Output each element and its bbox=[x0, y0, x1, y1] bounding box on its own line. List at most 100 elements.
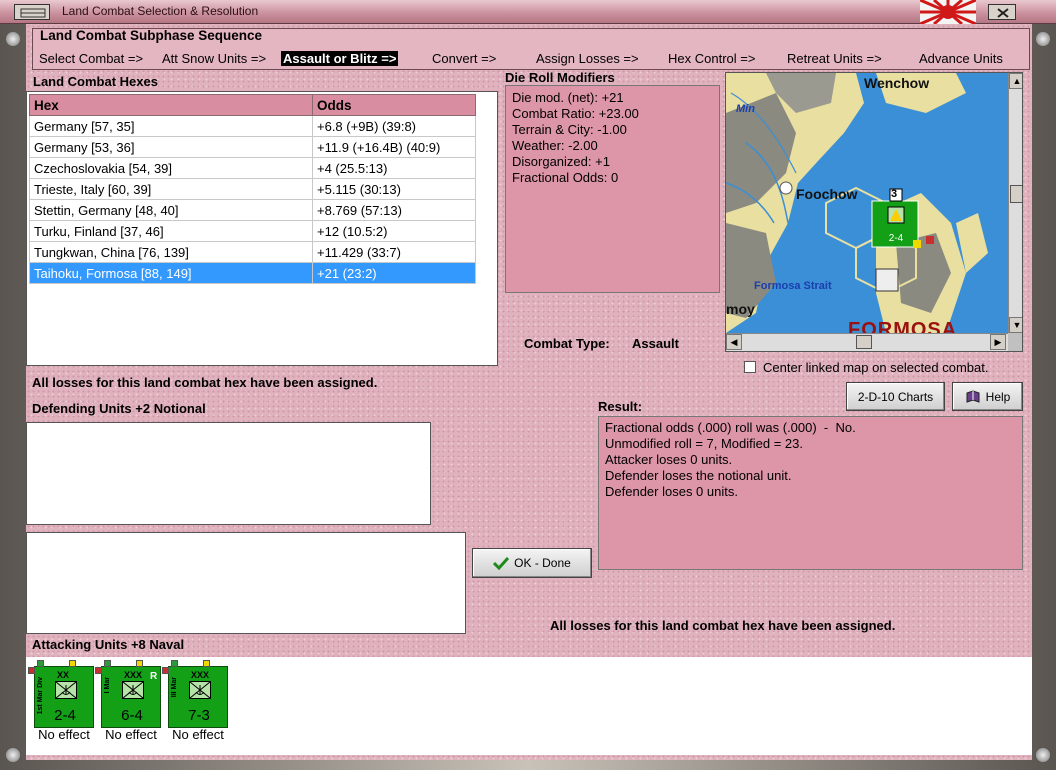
hex-cell[interactable]: Tungkwan, China [76, 139] bbox=[29, 241, 313, 263]
center-map-checkbox[interactable] bbox=[744, 361, 756, 373]
ok-done-button[interactable]: OK - Done bbox=[472, 548, 592, 578]
hex-cell[interactable]: Germany [57, 35] bbox=[29, 115, 313, 137]
step-select-combat: Select Combat => bbox=[39, 51, 144, 66]
modifier-line: Disorganized: +1 bbox=[512, 154, 610, 169]
table-row[interactable]: Trieste, Italy [60, 39] +5.115 (30:13) bbox=[29, 178, 476, 200]
column-header-odds[interactable]: Odds bbox=[312, 94, 476, 116]
scroll-thumb[interactable] bbox=[1010, 185, 1022, 203]
unit-effect: No effect bbox=[105, 727, 157, 742]
frame-bolt bbox=[1036, 748, 1050, 762]
help-book-icon bbox=[966, 389, 980, 403]
table-header-row: Hex Odds bbox=[29, 94, 476, 116]
combat-hex-table[interactable]: Hex Odds Germany [57, 35] +6.8 (+9B) (39:… bbox=[29, 94, 476, 284]
odds-cell[interactable]: +12 (10.5:2) bbox=[312, 220, 476, 242]
hex-cell[interactable]: Stettin, Germany [48, 40] bbox=[29, 199, 313, 221]
reserve-marker: R bbox=[150, 671, 158, 682]
table-row-selected[interactable]: Taihoku, Formosa [88, 149] +21 (23:2) bbox=[29, 262, 476, 284]
close-icon bbox=[997, 8, 1009, 18]
table-row[interactable]: Stettin, Germany [48, 40] +8.769 (57:13) bbox=[29, 199, 476, 221]
map-horizontal-scrollbar[interactable]: ◀ ▶ bbox=[726, 333, 1008, 351]
status-dot bbox=[136, 660, 143, 667]
charts-button[interactable]: 2-D-10 Charts bbox=[846, 382, 945, 411]
scroll-thumb[interactable] bbox=[856, 335, 872, 349]
scroll-up-button[interactable]: ▲ bbox=[1009, 73, 1022, 89]
hexes-label: Land Combat Hexes bbox=[33, 74, 158, 89]
odds-cell[interactable]: +11.429 (33:7) bbox=[312, 241, 476, 263]
odds-cell[interactable]: +4 (25.5:13) bbox=[312, 157, 476, 179]
map-vertical-scrollbar[interactable]: ▲ ▼ bbox=[1008, 73, 1022, 333]
modifier-line: Fractional Odds: 0 bbox=[512, 170, 619, 185]
table-row[interactable]: Turku, Finland [37, 46] +12 (10.5:2) bbox=[29, 220, 476, 242]
hex-cell[interactable]: Taihoku, Formosa [88, 149] bbox=[29, 262, 313, 284]
close-button[interactable] bbox=[988, 4, 1016, 20]
scroll-down-button[interactable]: ▼ bbox=[1009, 317, 1022, 333]
unit-counter-1st-mar-div[interactable]: XX 1st Mar Div 2-4 bbox=[28, 660, 94, 728]
window-menu-icon bbox=[20, 8, 46, 18]
odds-cell[interactable]: +21 (23:2) bbox=[312, 262, 476, 284]
hex-cell[interactable]: Czechoslovakia [54, 39] bbox=[29, 157, 313, 179]
result-line: Defender loses the notional unit. bbox=[605, 468, 792, 483]
linked-map[interactable]: Wenchow Min Foochow 3 2-4 Formosa Strait… bbox=[725, 72, 1023, 352]
modifiers-panel: Die mod. (net): +21 Combat Ratio: +23.00… bbox=[505, 85, 720, 293]
table-row[interactable]: Tungkwan, China [76, 139] +11.429 (33:7) bbox=[29, 241, 476, 263]
map-view[interactable] bbox=[726, 73, 1008, 333]
hex-cell[interactable]: Germany [53, 36] bbox=[29, 136, 313, 158]
frame-bolt bbox=[6, 748, 20, 762]
result-panel: Fractional odds (.000) roll was (.000) -… bbox=[598, 416, 1023, 570]
unit-strength: 2-4 bbox=[54, 707, 76, 724]
combat-type-label: Combat Type: bbox=[524, 336, 610, 351]
center-map-label: Center linked map on selected combat. bbox=[763, 360, 989, 375]
help-button-label: Help bbox=[985, 389, 1011, 404]
checkmark-icon bbox=[493, 556, 510, 570]
unit-name: I Mar bbox=[104, 677, 111, 694]
result-line: Unmodified roll = 7, Modified = 23. bbox=[605, 436, 803, 451]
losses-assigned-message-2: All losses for this land combat hex have… bbox=[550, 618, 896, 633]
secondary-units-panel[interactable] bbox=[26, 532, 466, 634]
unit-effect: No effect bbox=[38, 727, 90, 742]
combat-type-value: Assault bbox=[632, 336, 679, 351]
step-assign-losses: Assign Losses => bbox=[536, 51, 639, 66]
step-advance-units: Advance Units bbox=[919, 51, 1003, 66]
defending-units-label: Defending Units +2 Notional bbox=[32, 401, 206, 416]
odds-cell[interactable]: +6.8 (+9B) (39:8) bbox=[312, 115, 476, 137]
hex-cell[interactable]: Turku, Finland [37, 46] bbox=[29, 220, 313, 242]
charts-button-label: 2-D-10 Charts bbox=[857, 389, 934, 404]
step-convert: Convert => bbox=[432, 51, 497, 66]
window-title: Land Combat Selection & Resolution bbox=[62, 4, 259, 18]
defending-units-panel[interactable] bbox=[26, 422, 431, 525]
marine-symbol-icon bbox=[55, 681, 77, 699]
status-dot bbox=[37, 660, 44, 667]
hex-cell[interactable]: Trieste, Italy [60, 39] bbox=[29, 178, 313, 200]
map-label-wenchow: Wenchow bbox=[864, 75, 930, 91]
combat-hex-list[interactable]: Hex Odds Germany [57, 35] +6.8 (+9B) (39:… bbox=[26, 91, 498, 366]
help-button[interactable]: Help bbox=[952, 382, 1023, 411]
map-label-amoy: moy bbox=[726, 301, 755, 317]
table-row[interactable]: Germany [57, 35] +6.8 (+9B) (39:8) bbox=[29, 115, 476, 137]
frame-bolt bbox=[6, 32, 20, 46]
ok-done-label: OK - Done bbox=[514, 556, 571, 570]
step-hex-control: Hex Control => bbox=[668, 51, 756, 66]
column-header-hex[interactable]: Hex bbox=[29, 94, 313, 116]
unit-counter-iii-mar[interactable]: XXX III Mar 7-3 bbox=[162, 660, 228, 728]
scroll-left-button[interactable]: ◀ bbox=[726, 334, 742, 350]
odds-cell[interactable]: +8.769 (57:13) bbox=[312, 199, 476, 221]
status-dot bbox=[162, 667, 169, 674]
unit-size: XXX bbox=[124, 670, 143, 680]
result-line: Attacker loses 0 units. bbox=[605, 452, 733, 467]
unit-effect: No effect bbox=[172, 727, 224, 742]
step-assault-or-blitz: Assault or Blitz => bbox=[281, 51, 399, 66]
table-row[interactable]: Germany [53, 36] +11.9 (+16.4B) (40:9) bbox=[29, 136, 476, 158]
system-menu-button[interactable] bbox=[14, 4, 50, 20]
modifier-line: Terrain & City: -1.00 bbox=[512, 122, 627, 137]
unit-counter-i-mar[interactable]: XXX I Mar R 6-4 bbox=[95, 660, 161, 728]
table-row[interactable]: Czechoslovakia [54, 39] +4 (25.5:13) bbox=[29, 157, 476, 179]
status-dot bbox=[28, 667, 35, 674]
unit-strength: 7-3 bbox=[188, 707, 210, 724]
odds-cell[interactable]: +11.9 (+16.4B) (40:9) bbox=[312, 136, 476, 158]
scroll-right-button[interactable]: ▶ bbox=[990, 334, 1006, 350]
map-label-min: Min bbox=[736, 103, 755, 115]
subphase-title: Land Combat Subphase Sequence bbox=[40, 28, 263, 43]
odds-cell[interactable]: +5.115 (30:13) bbox=[312, 178, 476, 200]
unit-size: XXX bbox=[191, 670, 210, 680]
result-line: Defender loses 0 units. bbox=[605, 484, 738, 499]
